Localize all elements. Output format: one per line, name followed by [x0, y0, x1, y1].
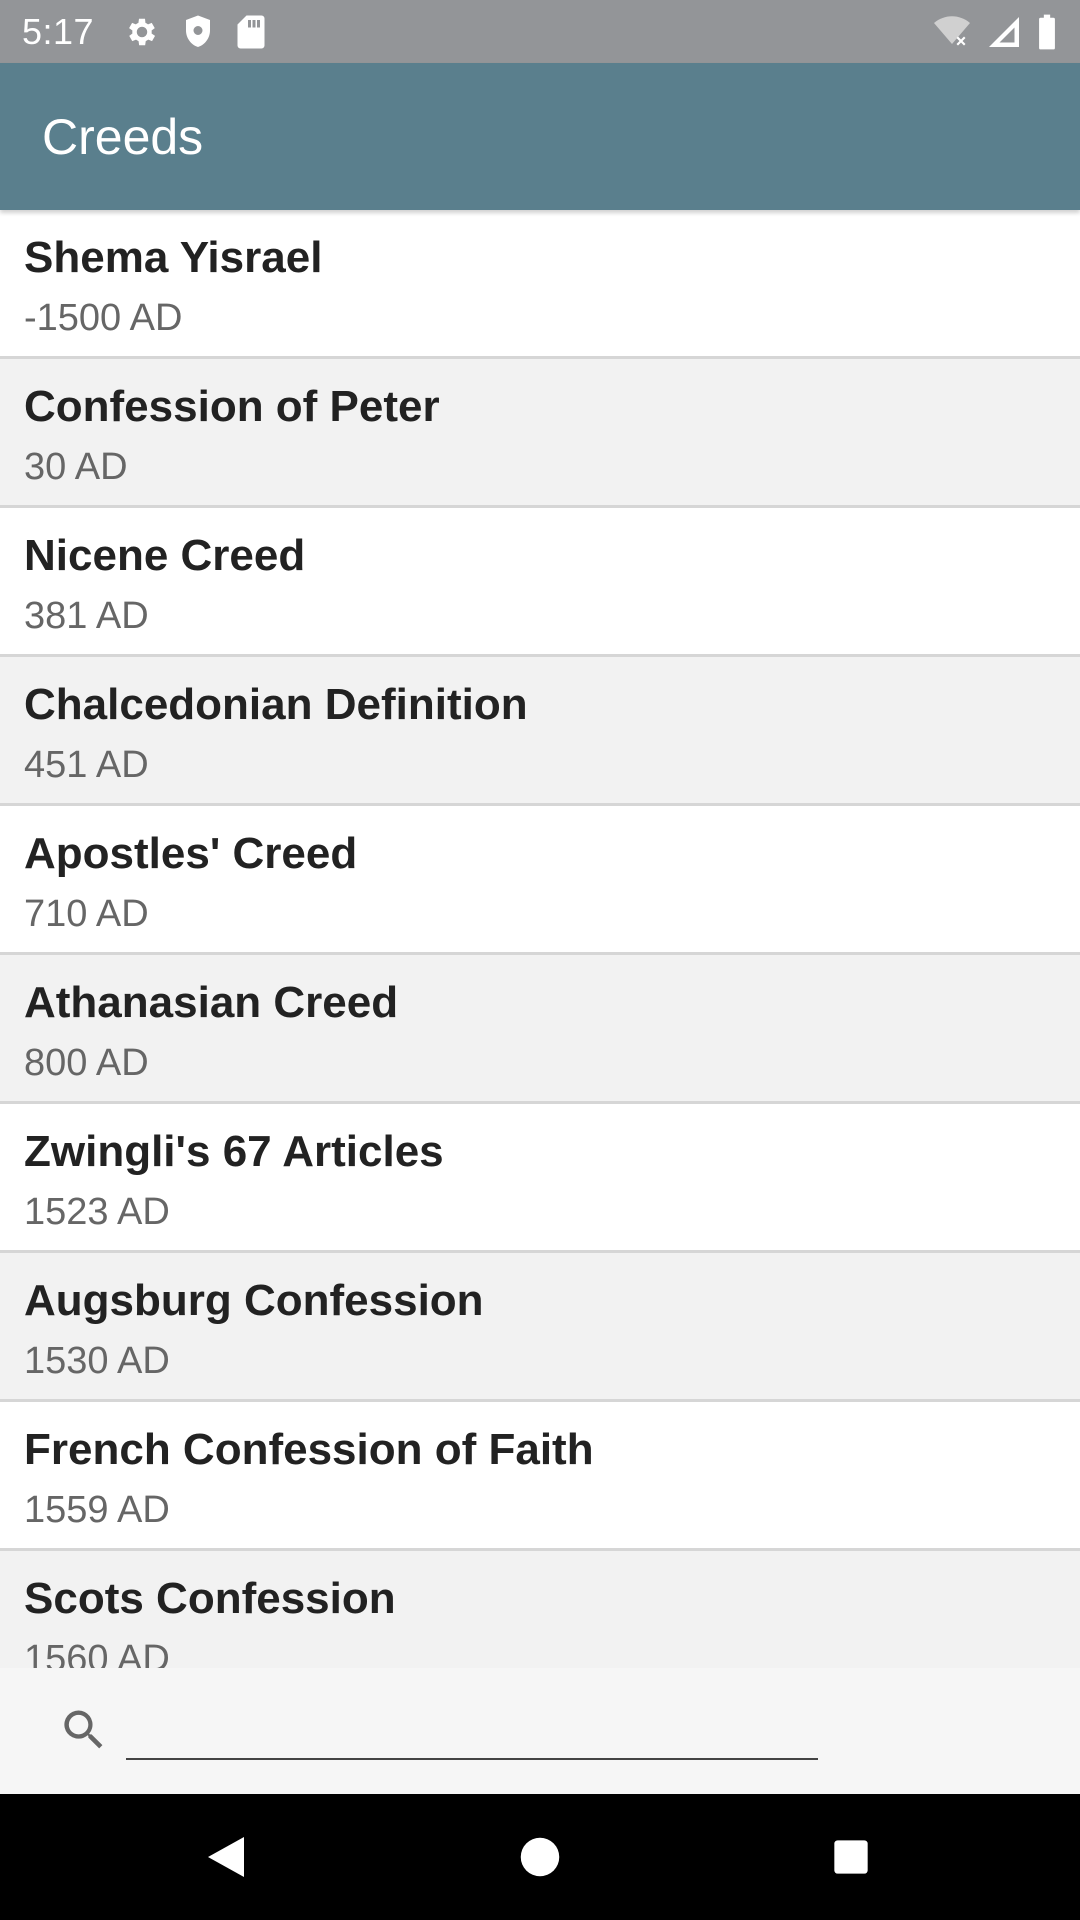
creed-date: -1500 AD — [24, 297, 183, 339]
list-item[interactable]: Augsburg Confession 1530 AD — [0, 1253, 1080, 1402]
battery-icon — [1036, 13, 1058, 51]
creed-date: 1560 AD — [24, 1638, 170, 1668]
creed-name: Confession of Peter — [24, 382, 440, 431]
creed-date: 710 AD — [24, 893, 149, 935]
recents-icon[interactable] — [791, 1794, 911, 1920]
creed-name: Athanasian Creed — [24, 978, 399, 1027]
app-bar: Creeds — [0, 63, 1080, 210]
status-icons-left — [124, 14, 266, 50]
creed-date: 800 AD — [24, 1042, 149, 1084]
creed-date: 1559 AD — [24, 1489, 170, 1531]
navigation-bar — [0, 1794, 1080, 1920]
search-icon[interactable] — [58, 1704, 110, 1761]
creed-list[interactable]: Shema Yisrael -1500 AD Confession of Pet… — [0, 210, 1080, 1668]
shield-icon — [182, 14, 214, 50]
list-item[interactable]: Nicene Creed 381 AD — [0, 508, 1080, 657]
list-item[interactable]: Athanasian Creed 800 AD — [0, 955, 1080, 1104]
list-item[interactable]: Chalcedonian Definition 451 AD — [0, 657, 1080, 806]
creed-date: 1530 AD — [24, 1340, 170, 1382]
creed-name: Augsburg Confession — [24, 1276, 484, 1325]
page-title: Creeds — [42, 108, 204, 165]
creed-name: Apostles' Creed — [24, 829, 358, 878]
list-item[interactable]: Zwingli's 67 Articles 1523 AD — [0, 1104, 1080, 1253]
creed-name: Shema Yisrael — [24, 233, 323, 282]
list-item[interactable]: French Confession of Faith 1559 AD — [0, 1402, 1080, 1551]
list-item[interactable]: Confession of Peter 30 AD — [0, 359, 1080, 508]
creed-date: 1523 AD — [24, 1191, 170, 1233]
status-icons-right — [932, 13, 1058, 51]
creed-name: Zwingli's 67 Articles — [24, 1127, 444, 1176]
sd-card-icon — [236, 14, 266, 50]
status-bar: 5:17 — [0, 0, 1080, 63]
creed-name: Chalcedonian Definition — [24, 680, 528, 729]
creed-name: Scots Confession — [24, 1574, 396, 1623]
search-bar — [0, 1668, 1080, 1794]
creed-name: Nicene Creed — [24, 531, 306, 580]
list-item[interactable]: Shema Yisrael -1500 AD — [0, 210, 1080, 359]
cell-signal-icon — [986, 14, 1022, 50]
status-time: 5:17 — [22, 10, 95, 52]
creed-date: 451 AD — [24, 744, 149, 786]
search-input[interactable] — [126, 1698, 818, 1760]
gear-icon — [124, 14, 160, 50]
creed-date: 30 AD — [24, 446, 128, 488]
list-item[interactable]: Scots Confession 1560 AD — [0, 1551, 1080, 1668]
wifi-off-icon — [932, 14, 972, 50]
creed-name: French Confession of Faith — [24, 1425, 594, 1474]
back-icon[interactable] — [166, 1794, 286, 1920]
list-item[interactable]: Apostles' Creed 710 AD — [0, 806, 1080, 955]
creed-date: 381 AD — [24, 595, 149, 637]
home-icon[interactable] — [480, 1794, 600, 1920]
